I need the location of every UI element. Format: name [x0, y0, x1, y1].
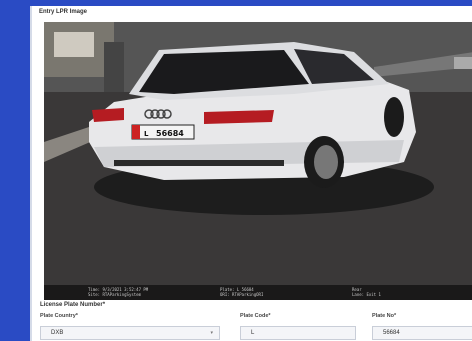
overlay-site: Site: RTAParkingSystem	[88, 292, 141, 297]
window-frame: Entry LPR Image L 56684 Time: 9/3/2021 3…	[0, 0, 472, 341]
overlay-ori: ORI: RTAParkingORI	[220, 292, 264, 297]
plate-no-label: Plate No*	[372, 313, 397, 319]
plate-country-select[interactable]: DXB ▾	[40, 326, 220, 340]
panel-title: Entry LPR Image	[39, 9, 88, 15]
license-plate-heading: License Plate Number*	[40, 302, 106, 308]
plate-no-value: 56684	[383, 330, 400, 336]
plate-country-value: DXB	[51, 330, 64, 336]
plate-code-value: L	[251, 330, 255, 336]
camera-info-overlay: Time: 9/3/2021 3:52:47 PM Site: RTAParki…	[44, 285, 472, 300]
plate-code-on-car: L	[144, 130, 149, 138]
plate-code-label: Plate Code*	[240, 313, 271, 319]
overlay-lane: Lane: Exit 1	[352, 292, 381, 297]
chevron-down-icon: ▾	[210, 330, 213, 336]
plate-country-label: Plate Country*	[40, 313, 78, 319]
car-photo-graphic: L 56684	[44, 22, 472, 300]
entry-lpr-panel: Entry LPR Image L 56684 Time: 9/3/2021 3…	[30, 6, 472, 341]
plate-code-input[interactable]: L	[240, 326, 356, 340]
plate-no-input[interactable]: 56684	[372, 326, 472, 340]
lpr-photo: L 56684 Time: 9/3/2021 3:52:47 PM Site: …	[44, 22, 472, 300]
plate-number-on-car: 56684	[156, 129, 184, 138]
